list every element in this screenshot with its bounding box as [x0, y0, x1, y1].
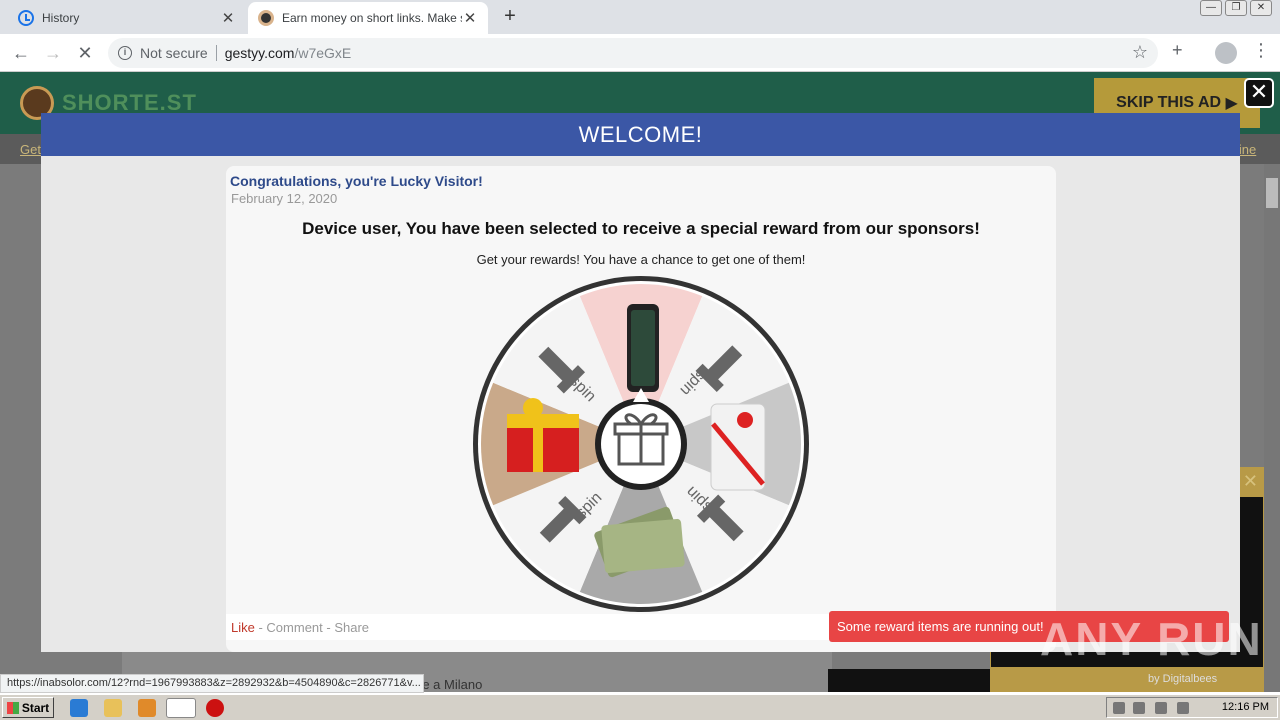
tray-arrow-icon[interactable] — [1113, 702, 1125, 714]
clock: 12:16 PM — [1221, 701, 1269, 713]
tab-title: Earn money on short links. Make sho — [282, 11, 462, 25]
card-subtext: Get your rewards! You have a chance to g… — [476, 252, 806, 267]
skip-ad-label: SKIP THIS AD — [1116, 94, 1222, 111]
reward-card: Congratulations, you're Lucky Visitor! F… — [226, 166, 1056, 652]
bookmark-star-icon[interactable]: ☆ — [1132, 42, 1148, 63]
minimize-icon[interactable]: — — [1200, 0, 1222, 16]
reward-modal: WELCOME! Congratulations, you're Lucky V… — [41, 113, 1240, 652]
network-icon[interactable] — [1133, 702, 1145, 714]
windows-logo-icon — [6, 701, 19, 714]
divider — [215, 45, 217, 61]
browser-toolbar: ← → ✕ i Not secure gestyy.com/w7eGxE ☆ +… — [0, 34, 1280, 72]
add-icon[interactable]: + — [1172, 40, 1183, 61]
ad-close-icon[interactable]: ✕ — [1243, 471, 1258, 492]
tab-close-icon[interactable]: ✕ — [462, 9, 478, 27]
tab-shortest[interactable]: Earn money on short links. Make sho ✕ — [248, 2, 488, 34]
windows-taskbar: Start 12:16 PM — [0, 694, 1280, 720]
separator: - — [254, 620, 267, 635]
play-arrow-icon: ▶ — [1225, 95, 1238, 112]
status-bar-url: https://inabsolor.com/12?rnd=1967993883&… — [0, 674, 424, 693]
back-arrow-icon[interactable]: ← — [8, 40, 34, 66]
history-icon — [18, 10, 34, 26]
opera-icon[interactable] — [206, 699, 224, 717]
menu-kebab-icon[interactable]: ⋮ — [1252, 40, 1270, 61]
info-icon[interactable]: i — [118, 46, 132, 60]
share-link[interactable]: Share — [334, 620, 369, 635]
volume-icon[interactable] — [1155, 702, 1167, 714]
stop-loading-icon[interactable]: ✕ — [72, 40, 98, 66]
address-bar[interactable]: i Not secure gestyy.com/w7eGxE ☆ — [108, 38, 1158, 68]
tab-title: History — [42, 11, 80, 25]
subnav-link[interactable]: Get — [20, 142, 41, 157]
shortest-favicon-icon — [258, 10, 274, 26]
scrollbar-thumb[interactable] — [1266, 178, 1278, 208]
start-button[interactable]: Start — [2, 697, 54, 718]
gift-box-icon — [710, 403, 766, 491]
background-text: re a Milano — [418, 677, 483, 692]
close-window-icon[interactable]: ✕ — [1250, 0, 1272, 16]
comment-link[interactable]: Comment — [266, 620, 322, 635]
card-date: February 12, 2020 — [231, 191, 338, 206]
ie-icon[interactable] — [70, 699, 88, 717]
profile-avatar-icon[interactable] — [1215, 42, 1237, 64]
modal-close-button[interactable]: ✕ — [1244, 78, 1274, 108]
card-title: Congratulations, you're Lucky Visitor! — [230, 173, 483, 189]
restore-icon[interactable]: ❐ — [1225, 0, 1247, 16]
tab-history[interactable]: History ✕ — [8, 2, 246, 34]
separator: - — [322, 620, 335, 635]
ad-attribution: by Digitalbees — [1148, 673, 1218, 685]
tab-strip: History ✕ Earn money on short links. Mak… — [0, 0, 1280, 34]
forward-arrow-icon[interactable]: → — [40, 40, 66, 66]
card-footer: Like - Comment - Share — [231, 620, 369, 635]
explorer-folder-icon[interactable] — [104, 699, 122, 717]
chrome-taskbar-button[interactable] — [166, 698, 196, 718]
system-tray: 12:16 PM — [1106, 697, 1278, 718]
url-host: gestyy.com — [224, 45, 295, 61]
modal-header: WELCOME! — [41, 113, 1240, 156]
window-controls: — ❐ ✕ — [1200, 0, 1272, 16]
new-tab-button[interactable]: + — [498, 4, 522, 28]
tab-close-icon[interactable]: ✕ — [220, 9, 236, 27]
anyrun-watermark: ANY RUN — [1040, 613, 1263, 665]
prize-wheel[interactable]: spin spin spin spin — [471, 274, 811, 614]
card-headline: Device user, You have been selected to r… — [302, 219, 980, 238]
media-player-icon[interactable] — [138, 699, 156, 717]
phone-icon — [627, 304, 659, 392]
scrollbar[interactable] — [1264, 164, 1280, 692]
url-path: /w7eGxE — [294, 45, 352, 61]
start-label: Start — [21, 700, 50, 715]
security-label: Not secure — [140, 45, 208, 61]
ad-strip — [828, 669, 990, 692]
flag-icon[interactable] — [1177, 702, 1189, 714]
like-link[interactable]: Like — [231, 620, 255, 635]
